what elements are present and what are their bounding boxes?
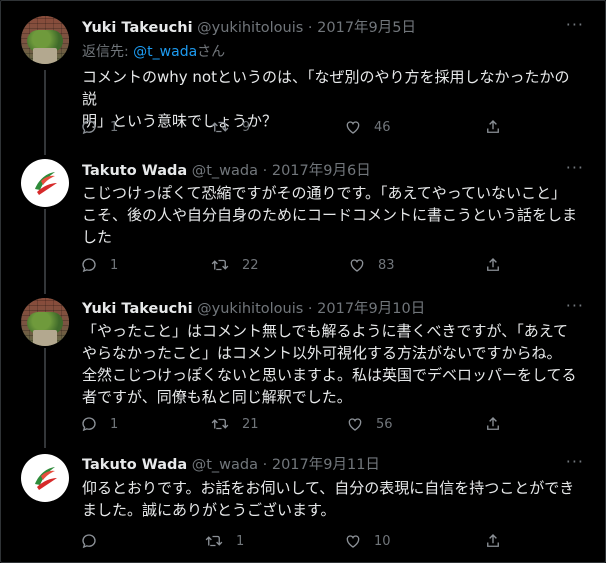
author-name[interactable]: Yuki Takeuchi [82, 20, 193, 36]
retweet-count: 1 [236, 533, 245, 549]
retweet-count: 22 [242, 257, 259, 273]
like-count: 46 [374, 119, 391, 135]
tweet-date[interactable]: 2017年9月11日 [272, 457, 380, 473]
avatar[interactable] [21, 454, 69, 502]
reply-icon [82, 120, 96, 135]
tweet-text: 仰るとおりです。お話をお伺いして、自分の表現に自信を持つことができ ました。誠に… [82, 477, 582, 521]
tweet-text: 「やったこと」はコメント無しでも解るように書くべきですが、「あえて やらなかった… [82, 320, 582, 408]
text-line: 「やったこと」はコメント無しでも解るように書くべきですが、「あえて [82, 322, 569, 340]
tweet-actions: 1 9 46 [80, 117, 520, 137]
share-button[interactable] [484, 255, 502, 275]
retweet-button[interactable]: 21 [210, 414, 259, 434]
tweet-actions: 1 21 56 [80, 414, 520, 434]
like-icon [346, 535, 360, 548]
like-icon [348, 418, 362, 431]
retweet-icon [211, 259, 229, 271]
reply-count: 1 [110, 257, 119, 273]
like-count: 56 [376, 416, 393, 432]
author-handle[interactable]: @yukihitolouis [197, 301, 303, 317]
share-button[interactable] [484, 414, 502, 434]
author-name[interactable]: Takuto Wada [82, 457, 187, 473]
text-line: 仰るとおりです。お話をお伺いして、自分の表現に自信を持つことができ [82, 479, 575, 497]
like-button[interactable]: 56 [346, 414, 393, 434]
reply-button[interactable]: 1 [80, 255, 118, 275]
tweet[interactable]: Yuki Takeuchi @yukihitolouis · 2017年9月10… [0, 290, 606, 446]
like-count: 10 [374, 533, 391, 549]
more-icon[interactable]: ··· [566, 15, 584, 34]
reply-to: 返信先: @t_wadaさん [82, 41, 225, 61]
tweet-actions: 1 22 83 [80, 255, 520, 275]
text-line: 者ですが、同僚も私と同じ解釈でした。 [82, 388, 352, 406]
tweet-header: Takuto Wada @t_wada · 2017年9月11日 [82, 456, 380, 474]
share-icon [487, 417, 499, 430]
avatar[interactable] [21, 298, 69, 346]
share-button[interactable] [484, 117, 502, 137]
retweet-button[interactable]: 9 [210, 117, 250, 137]
retweet-icon [211, 418, 229, 430]
reply-suffix: さん [197, 44, 226, 60]
share-icon [487, 534, 499, 547]
reply-icon [82, 258, 96, 273]
avatar[interactable] [21, 159, 69, 207]
tweet-date[interactable]: 2017年9月5日 [317, 20, 416, 36]
author-handle[interactable]: @t_wada [192, 457, 258, 473]
avatar[interactable] [21, 16, 69, 64]
text-line: した [82, 228, 113, 246]
reply-button[interactable]: 1 [80, 117, 118, 137]
like-icon [346, 121, 360, 134]
reply-button[interactable] [80, 531, 110, 551]
text-line: コメントのwhy notというのは、「なぜ別のやり方を採用しなかったかの説 [82, 68, 570, 108]
text-line: 全然こじつけっぽくないと思いますよ。私は英国でデベロッパーをしてる [82, 366, 577, 384]
like-icon [350, 259, 364, 272]
more-icon[interactable]: ··· [566, 158, 584, 177]
share-icon [487, 258, 499, 271]
separator: · [258, 457, 272, 473]
text-line: こそ、後の人や自分自身のためにコードコメントに書こうという話をしま [82, 206, 578, 224]
tweet-header: Yuki Takeuchi @yukihitolouis · 2017年9月5日 [82, 19, 416, 37]
author-name[interactable]: Yuki Takeuchi [82, 301, 193, 317]
reply-count: 1 [110, 416, 119, 432]
tweet[interactable]: Yuki Takeuchi @yukihitolouis · 2017年9月5日… [0, 0, 606, 150]
reply-icon [82, 534, 96, 549]
like-count: 83 [378, 257, 395, 273]
separator: · [303, 20, 318, 36]
tweet-actions: 1 10 [80, 531, 520, 551]
tweet-header: Yuki Takeuchi @yukihitolouis · 2017年9月10… [82, 300, 425, 318]
tweet[interactable]: Takuto Wada @t_wada · 2017年9月11日 ··· 仰ると… [0, 446, 606, 563]
more-icon[interactable]: ··· [566, 452, 584, 471]
tweet[interactable]: Takuto Wada @t_wada · 2017年9月6日 ··· こじつけ… [0, 150, 606, 290]
text-line: やらなかったこと」はコメント以外可視化する方法がないですからね。 [82, 344, 562, 362]
author-handle[interactable]: @t_wada [192, 163, 258, 179]
author-name[interactable]: Takuto Wada [82, 163, 187, 179]
tweet-header: Takuto Wada @t_wada · 2017年9月6日 [82, 162, 371, 180]
share-icon [487, 120, 499, 133]
like-button[interactable]: 46 [344, 117, 391, 137]
text-line: ました。誠にありがとうございます。 [82, 501, 336, 519]
retweet-icon [211, 121, 229, 133]
author-handle[interactable]: @yukihitolouis [197, 20, 303, 36]
tweet-text: こじつけっぽくて恐縮ですがその通りです。「あえてやっていないこと」 こそ、後の人… [82, 182, 582, 248]
separator: · [303, 301, 318, 317]
tweet-date[interactable]: 2017年9月6日 [272, 163, 371, 179]
retweet-count: 21 [242, 416, 259, 432]
more-icon[interactable]: ··· [566, 296, 584, 315]
like-button[interactable]: 83 [348, 255, 395, 275]
share-button[interactable] [484, 531, 502, 551]
reply-mention-link[interactable]: @t_wada [133, 44, 197, 60]
retweet-button[interactable]: 1 [204, 531, 244, 551]
tweet-date[interactable]: 2017年9月10日 [317, 301, 425, 317]
reply-count: 1 [110, 119, 119, 135]
separator: · [258, 163, 272, 179]
retweet-icon [205, 535, 223, 547]
reply-button[interactable]: 1 [80, 414, 118, 434]
reply-prefix: 返信先: [82, 44, 134, 60]
retweet-button[interactable]: 22 [210, 255, 259, 275]
text-line: こじつけっぽくて恐縮ですがその通りです。「あえてやっていないこと」 [82, 184, 567, 202]
retweet-count: 9 [242, 119, 251, 135]
reply-icon [82, 417, 96, 432]
like-button[interactable]: 10 [344, 531, 391, 551]
